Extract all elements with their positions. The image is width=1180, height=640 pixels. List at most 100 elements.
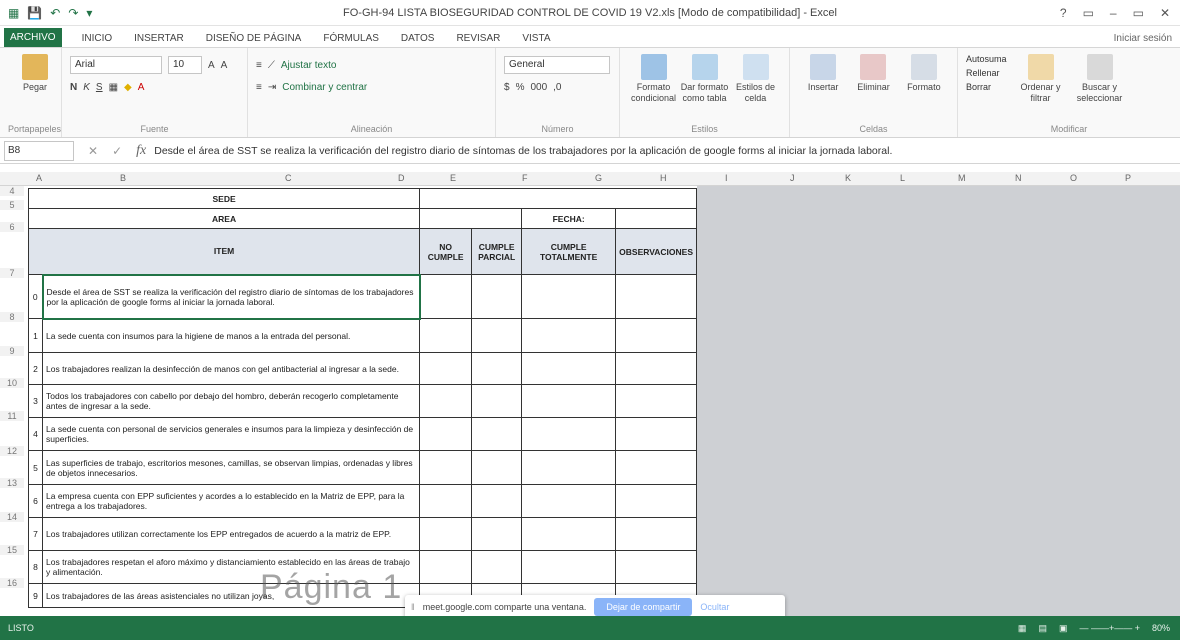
clear-button[interactable]: Borrar xyxy=(966,82,1007,92)
row-header[interactable]: 4 xyxy=(0,186,24,196)
close-button[interactable]: ✕ xyxy=(1160,6,1170,20)
formula-input[interactable]: Desde el área de SST se realiza la verif… xyxy=(154,145,892,157)
tab-revisar[interactable]: REVISAR xyxy=(452,30,504,47)
percent-icon[interactable]: % xyxy=(516,82,525,93)
item-text[interactable]: Desde el área de SST se realiza la verif… xyxy=(41,273,421,320)
row-header[interactable]: 14 xyxy=(0,512,24,522)
column-header[interactable]: I xyxy=(725,173,728,183)
orientation-icon[interactable]: ⟋ xyxy=(268,60,275,71)
no-cumple-cell[interactable] xyxy=(419,352,473,385)
cumple-parcial-cell[interactable] xyxy=(471,384,523,418)
cumple-parcial-cell[interactable] xyxy=(471,417,523,451)
column-header[interactable]: B xyxy=(120,173,126,183)
font-size-select[interactable]: 10 xyxy=(168,56,202,74)
tab-archivo[interactable]: ARCHIVO xyxy=(4,28,62,47)
normal-view-icon[interactable]: ▦ xyxy=(1018,623,1027,634)
conditional-format-button[interactable]: Formato condicional xyxy=(628,54,679,104)
column-header[interactable]: D xyxy=(398,173,405,183)
column-header[interactable]: E xyxy=(450,173,456,183)
column-header[interactable]: A xyxy=(36,173,42,183)
cumple-total-cell[interactable] xyxy=(521,318,617,353)
tab-inicio[interactable]: INICIO xyxy=(78,30,117,47)
no-cumple-cell[interactable] xyxy=(419,484,473,518)
number-format-select[interactable]: General xyxy=(504,56,610,74)
cumple-parcial-cell[interactable] xyxy=(471,450,523,485)
observaciones-cell[interactable] xyxy=(615,417,697,451)
no-cumple-cell[interactable] xyxy=(419,274,473,319)
no-cumple-cell[interactable] xyxy=(419,550,473,584)
item-text[interactable]: La sede cuenta con insumos para la higie… xyxy=(41,318,421,353)
column-header[interactable]: F xyxy=(522,173,528,183)
observaciones-cell[interactable] xyxy=(615,550,697,584)
align-top-icon[interactable]: ≡ xyxy=(256,60,262,71)
row-header[interactable]: 13 xyxy=(0,478,24,488)
font-name-select[interactable]: Arial xyxy=(70,56,162,74)
column-header[interactable]: H xyxy=(660,173,667,183)
hide-banner-button[interactable]: Ocultar xyxy=(700,602,729,612)
sign-in-link[interactable]: Iniciar sesión xyxy=(1114,33,1180,47)
observaciones-cell[interactable] xyxy=(615,484,697,518)
item-text[interactable]: La sede cuenta con personal de servicios… xyxy=(41,417,421,451)
cumple-parcial-cell[interactable] xyxy=(471,550,523,584)
align-left-icon[interactable]: ≡ xyxy=(256,82,262,93)
stop-sharing-button[interactable]: Dejar de compartir xyxy=(594,598,693,616)
decimal-icon[interactable]: ,0 xyxy=(553,82,561,93)
enter-icon[interactable]: ✓ xyxy=(112,144,122,158)
merge-center-button[interactable]: Combinar y centrar xyxy=(282,82,367,93)
shrink-font-icon[interactable]: A xyxy=(221,60,228,71)
no-cumple-cell[interactable] xyxy=(419,517,473,551)
observaciones-cell[interactable] xyxy=(615,352,697,385)
page-break-view-icon[interactable]: ▣ xyxy=(1059,623,1068,634)
indent-icon[interactable]: ⇥ xyxy=(268,82,276,93)
customize-qat-icon[interactable]: ▾ xyxy=(86,6,92,20)
page-layout-view-icon[interactable]: ▤ xyxy=(1038,623,1047,634)
insert-function-icon[interactable]: fx xyxy=(136,143,146,159)
row-header[interactable]: 16 xyxy=(0,578,24,588)
row-header[interactable]: 8 xyxy=(0,312,24,322)
cumple-total-cell[interactable] xyxy=(521,384,617,418)
format-as-table-button[interactable]: Dar formato como tabla xyxy=(679,54,730,104)
observaciones-cell[interactable] xyxy=(615,517,697,551)
row-header[interactable]: 9 xyxy=(0,346,24,356)
cumple-parcial-cell[interactable] xyxy=(471,274,523,319)
sede-value-cell[interactable] xyxy=(419,188,697,209)
undo-icon[interactable]: ↶ xyxy=(50,6,60,20)
tab-insertar[interactable]: INSERTAR xyxy=(130,30,188,47)
no-cumple-cell[interactable] xyxy=(419,318,473,353)
row-header[interactable]: 15 xyxy=(0,545,24,555)
observaciones-cell[interactable] xyxy=(615,318,697,353)
row-header[interactable]: 5 xyxy=(0,200,24,210)
item-text[interactable]: Los trabajadores utilizan correctamente … xyxy=(41,517,421,551)
format-button[interactable]: Formato xyxy=(899,54,949,93)
observaciones-cell[interactable] xyxy=(615,274,697,319)
zoom-level[interactable]: 80% xyxy=(1152,623,1170,633)
fecha-value-cell[interactable] xyxy=(615,208,697,229)
column-header[interactable]: G xyxy=(595,173,602,183)
find-select-button[interactable]: Buscar y seleccionar xyxy=(1075,54,1125,104)
ribbon-display-button[interactable]: ▭ xyxy=(1083,6,1094,20)
row-header[interactable]: 7 xyxy=(0,268,24,278)
cumple-total-cell[interactable] xyxy=(521,484,617,518)
autosum-button[interactable]: Autosuma xyxy=(966,54,1007,64)
tab-diseno-pagina[interactable]: DISEÑO DE PÁGINA xyxy=(202,30,306,47)
cumple-total-cell[interactable] xyxy=(521,417,617,451)
grow-font-icon[interactable]: A xyxy=(208,60,215,71)
cumple-parcial-cell[interactable] xyxy=(471,352,523,385)
item-text[interactable]: Los trabajadores realizan la desinfecció… xyxy=(41,352,421,385)
column-header[interactable]: K xyxy=(845,173,851,183)
font-color-icon[interactable]: A xyxy=(138,82,145,93)
column-header[interactable]: N xyxy=(1015,173,1022,183)
area-value-cell[interactable] xyxy=(419,208,523,229)
cumple-parcial-cell[interactable] xyxy=(471,517,523,551)
name-box[interactable]: B8 xyxy=(4,140,74,161)
currency-icon[interactable]: $ xyxy=(504,82,510,93)
italic-icon[interactable]: K xyxy=(83,82,90,93)
row-header[interactable]: 12 xyxy=(0,446,24,456)
insert-button[interactable]: Insertar xyxy=(798,54,848,93)
no-cumple-cell[interactable] xyxy=(419,417,473,451)
delete-button[interactable]: Eliminar xyxy=(848,54,898,93)
observaciones-cell[interactable] xyxy=(615,384,697,418)
column-header[interactable]: O xyxy=(1070,173,1077,183)
minimize-button[interactable]: – xyxy=(1110,6,1117,20)
column-header[interactable]: L xyxy=(900,173,905,183)
